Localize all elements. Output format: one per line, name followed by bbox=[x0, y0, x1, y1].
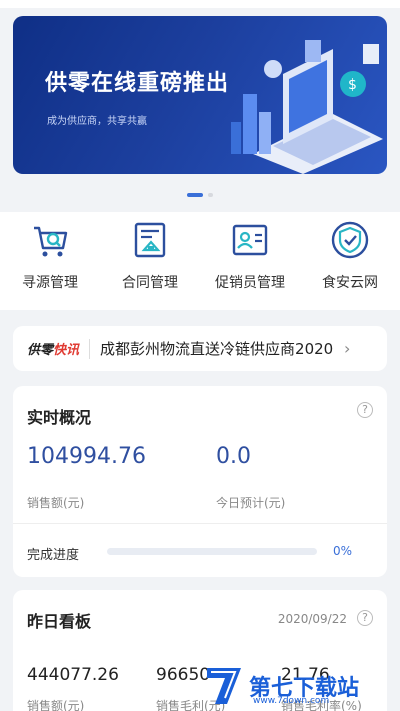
shield-check-icon bbox=[331, 221, 369, 259]
carousel-indicator[interactable] bbox=[0, 193, 400, 197]
help-icon[interactable]: ? bbox=[357, 610, 373, 626]
watermark-logo-icon bbox=[207, 667, 241, 704]
quick-action-promoter[interactable]: 促销员管理 bbox=[200, 212, 300, 310]
quick-action-food-safety[interactable]: 食安云网 bbox=[300, 212, 400, 310]
card-title: 昨日看板 bbox=[27, 612, 92, 631]
svg-text:$: $ bbox=[348, 77, 357, 93]
card-title: 实时概况 bbox=[27, 408, 92, 427]
yesterday-sales-label: 销售额(元) bbox=[27, 699, 85, 711]
yesterday-sales-value: 444077.26 bbox=[27, 665, 119, 685]
quick-action-label: 食安云网 bbox=[322, 275, 378, 291]
carousel-dot[interactable] bbox=[208, 193, 213, 197]
promo-banner[interactable]: 供零在线重磅推出 成为供应商，共享共赢 $ bbox=[13, 16, 387, 174]
forecast-value: 0.0 bbox=[216, 444, 251, 469]
quick-action-contract[interactable]: 合同管理 bbox=[100, 212, 200, 310]
sales-label: 销售额(元) bbox=[27, 496, 85, 510]
quick-action-sourcing[interactable]: 寻源管理 bbox=[0, 212, 100, 310]
divider bbox=[13, 523, 387, 524]
news-logo: 供零快讯 bbox=[27, 343, 80, 358]
quick-action-label: 寻源管理 bbox=[22, 275, 78, 291]
realtime-overview-card: 实时概况 ? 104994.76 0.0 销售额(元) 今日预计(元) 完成进度… bbox=[13, 386, 387, 577]
news-ticker[interactable]: 供零快讯 成都彭州物流直送冷链供应商2020 › bbox=[13, 326, 387, 371]
forecast-label: 今日预计(元) bbox=[216, 496, 286, 510]
progress-label: 完成进度 bbox=[27, 548, 80, 563]
banner-illustration: $ bbox=[231, 40, 383, 174]
banner-subtitle: 成为供应商，共享共赢 bbox=[47, 116, 147, 127]
cart-search-icon bbox=[34, 226, 68, 257]
help-icon[interactable]: ? bbox=[357, 402, 373, 418]
divider bbox=[89, 338, 91, 359]
yesterday-profit-value: 96650 bbox=[156, 665, 211, 685]
board-date: 2020/09/22 bbox=[277, 612, 347, 626]
contract-icon bbox=[134, 222, 166, 258]
quick-action-label: 合同管理 bbox=[122, 275, 178, 291]
watermark: 第七下载站 www.7down.com bbox=[205, 660, 400, 711]
banner-title: 供零在线重磅推出 bbox=[45, 71, 230, 96]
carousel-dot-active[interactable] bbox=[187, 193, 203, 197]
progress-bar bbox=[107, 548, 317, 555]
progress-value: 0% bbox=[333, 544, 353, 558]
news-headline[interactable]: 成都彭州物流直送冷链供应商2020 bbox=[100, 338, 338, 359]
quick-actions: 寻源管理 合同管理 促销员管理 食安云网 bbox=[0, 212, 400, 310]
watermark-url: www.7down.com bbox=[253, 696, 330, 706]
id-card-icon bbox=[232, 224, 268, 256]
quick-action-label: 促销员管理 bbox=[215, 275, 285, 291]
chevron-right-icon[interactable]: › bbox=[344, 339, 350, 358]
sales-value: 104994.76 bbox=[27, 444, 146, 469]
top-bar bbox=[0, 0, 400, 8]
